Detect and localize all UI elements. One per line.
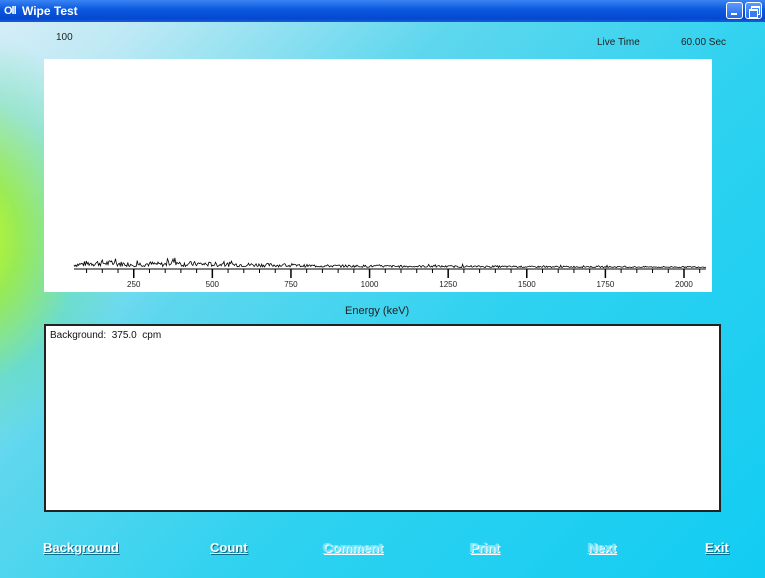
window-title: Wipe Test	[22, 4, 78, 18]
tick-label: 750	[284, 280, 298, 289]
tick-label: 1500	[518, 280, 536, 289]
background-button[interactable]: Background	[43, 540, 119, 555]
title-bar[interactable]: Oll Wipe Test	[0, 0, 765, 22]
tick-label: 1750	[596, 280, 614, 289]
y-max-label: 100	[56, 32, 73, 43]
energy-axis-label: Energy (keV)	[345, 305, 410, 317]
tick-label: 2000	[675, 280, 693, 289]
report-box[interactable]: Background: 375.0 cpm	[44, 324, 721, 512]
minimize-button[interactable]	[726, 2, 743, 19]
tick-label: 250	[127, 280, 141, 289]
print-button[interactable]: Print	[470, 540, 500, 555]
wipe-test-window: Oll Wipe Test 100 Live Time 60.00 Sec 25…	[0, 0, 765, 578]
spectrum-chart: 250 500 750 1000 1250 1500 1750 2000	[73, 257, 707, 289]
live-time-label: Live Time	[597, 37, 640, 48]
tick-label: 1250	[439, 280, 457, 289]
spectrum-trace	[73, 257, 707, 269]
tick-label: 500	[206, 280, 220, 289]
live-time-value: 60.00 Sec	[681, 37, 727, 48]
spectrum-plot[interactable]: 250 500 750 1000 1250 1500 1750 2000	[44, 59, 712, 292]
exit-button[interactable]: Exit	[705, 540, 729, 555]
restore-button[interactable]	[745, 2, 762, 19]
app-icon: Oll	[4, 5, 17, 17]
count-button[interactable]: Count	[210, 540, 248, 555]
next-button[interactable]: Next	[588, 540, 616, 555]
comment-button[interactable]: Comment	[323, 540, 383, 555]
tick-label: 1000	[361, 280, 379, 289]
report-text: Background: 375.0 cpm	[50, 330, 162, 341]
